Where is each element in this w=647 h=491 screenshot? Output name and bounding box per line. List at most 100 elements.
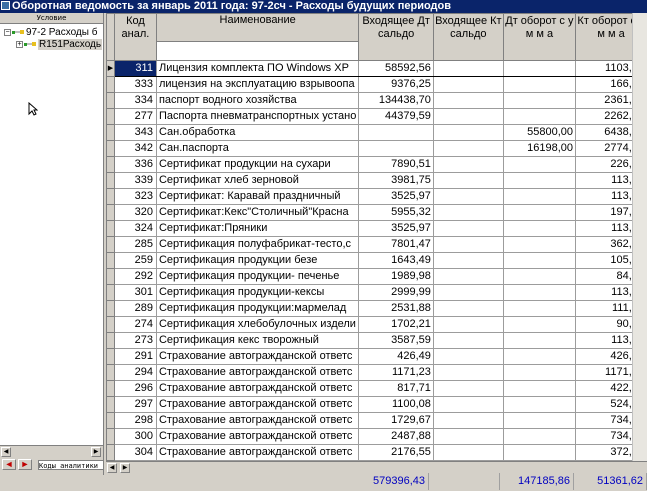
cell-dt-turn[interactable] <box>502 412 577 429</box>
cell-name[interactable]: паспорт водного хозяйства <box>155 92 360 109</box>
cell-in-kt[interactable] <box>432 428 504 445</box>
cell-in-kt[interactable] <box>432 60 504 77</box>
table-row[interactable]: 289 Сертификация продукции:мармелад 2531,8… <box>106 300 647 317</box>
col-header-code[interactable]: Код анал. <box>113 13 157 61</box>
scroll-left-button[interactable]: ◀ <box>107 463 117 473</box>
cell-in-dt[interactable]: 58592,56 <box>358 60 434 77</box>
cell-dt-turn[interactable] <box>502 284 577 301</box>
cell-code[interactable]: 292 <box>113 268 157 285</box>
cell-dt-turn[interactable] <box>502 348 577 365</box>
cell-name[interactable]: Страхование автогражданской ответс <box>155 380 360 397</box>
cell-in-kt[interactable] <box>432 188 504 205</box>
cell-in-dt[interactable]: 2487,88 <box>358 428 434 445</box>
cell-in-dt[interactable]: 1989,98 <box>358 268 434 285</box>
cell-in-dt[interactable]: 3981,75 <box>358 172 434 189</box>
cell-code[interactable]: 334 <box>113 92 157 109</box>
cell-dt-turn[interactable]: 55800,00 <box>502 124 577 141</box>
table-row[interactable]: 297 Страхование автогражданской ответс 110… <box>106 396 647 413</box>
cell-in-dt[interactable]: 3587,59 <box>358 332 434 349</box>
cell-name[interactable]: Страхование автогражданской ответс <box>155 444 360 461</box>
cell-in-kt[interactable] <box>432 444 504 461</box>
cell-name[interactable]: Лицензия комплекта ПО Windows XP <box>155 60 360 77</box>
cell-name[interactable]: Сертификация продукции-кексы <box>155 284 360 301</box>
cell-in-dt[interactable]: 7890,51 <box>358 156 434 173</box>
cell-name[interactable]: Сертификат: Каравай праздничный <box>155 188 360 205</box>
collapse-icon[interactable]: − <box>4 28 11 36</box>
table-row[interactable]: 304 Страхование автогражданской ответс 217… <box>106 444 647 461</box>
cell-code[interactable]: 320 <box>113 204 157 221</box>
table-row[interactable]: 259 Сертификация продукции безе 1643,49 105… <box>106 252 647 269</box>
cell-name[interactable]: Сертификат:Пряники <box>155 220 360 237</box>
cell-in-kt[interactable] <box>432 364 504 381</box>
cell-name[interactable]: Страхование автогражданской ответс <box>155 412 360 429</box>
cell-code[interactable]: 342 <box>113 140 157 157</box>
cell-in-kt[interactable] <box>432 300 504 317</box>
cell-dt-turn[interactable] <box>502 92 577 109</box>
name-filter-field[interactable] <box>157 42 358 60</box>
cell-code[interactable]: 336 <box>113 156 157 173</box>
expand-icon[interactable]: + <box>16 40 23 48</box>
cell-name[interactable]: Сертификат:Кекс"Столичный"Краснa <box>155 204 360 221</box>
cell-dt-turn[interactable] <box>502 380 577 397</box>
cell-name[interactable]: Сертификация продукции безе <box>155 252 360 269</box>
cell-in-kt[interactable] <box>432 348 504 365</box>
cell-name[interactable]: Сертификат хлеб зерновой <box>155 172 360 189</box>
table-row[interactable]: 292 Сертификация продукции- печенье 1989,9… <box>106 268 647 285</box>
cell-in-dt[interactable]: 7801,47 <box>358 236 434 253</box>
cell-in-kt[interactable] <box>432 252 504 269</box>
cell-name[interactable]: Сертификация продукции:мармелад <box>155 300 360 317</box>
cell-dt-turn[interactable] <box>502 268 577 285</box>
cell-dt-turn[interactable] <box>502 204 577 221</box>
table-row[interactable]: 301 Сертификация продукции-кексы 2999,99 11… <box>106 284 647 301</box>
cell-name[interactable]: Сан.обработка <box>155 124 360 141</box>
window-title-bar[interactable]: Оборотная ведомость за январь 2011 года:… <box>0 0 647 13</box>
table-row[interactable]: 294 Страхование автогражданской ответс 117… <box>106 364 647 381</box>
cell-code[interactable]: 296 <box>113 380 157 397</box>
cell-in-dt[interactable]: 1643,49 <box>358 252 434 269</box>
cell-in-dt[interactable]: 3525,97 <box>358 220 434 237</box>
cell-code[interactable]: 277 <box>113 108 157 125</box>
cell-in-dt[interactable]: 426,49 <box>358 348 434 365</box>
cell-in-kt[interactable] <box>432 284 504 301</box>
cell-in-dt[interactable] <box>358 124 434 141</box>
table-row[interactable]: 324 Сертификат:Пряники 3525,97 113,04 <box>106 220 647 237</box>
cell-dt-turn[interactable] <box>502 252 577 269</box>
cell-code[interactable]: 298 <box>113 412 157 429</box>
tree-node[interactable]: + R151Расходь <box>16 39 103 51</box>
col-header-name[interactable]: Наименование <box>155 13 360 61</box>
cell-name[interactable]: Сертификат продукции на сухари <box>155 156 360 173</box>
cell-in-dt[interactable]: 2531,88 <box>358 300 434 317</box>
cell-dt-turn[interactable] <box>502 428 577 445</box>
table-row[interactable]: 273 Сертификация кекс творожный 3587,59 113… <box>106 332 647 349</box>
cell-dt-turn[interactable] <box>502 364 577 381</box>
cell-name[interactable]: Сертификация кекс творожный <box>155 332 360 349</box>
cell-in-kt[interactable] <box>432 268 504 285</box>
table-row[interactable]: 339 Сертификат хлеб зерновой 3981,75 113,14 <box>106 172 647 189</box>
cell-in-dt[interactable]: 134438,70 <box>358 92 434 109</box>
table-row[interactable]: 298 Страхование автогражданской ответс 172… <box>106 412 647 429</box>
cell-dt-turn[interactable] <box>502 316 577 333</box>
col-header-in-kt[interactable]: Входящее Кт сальдо <box>432 13 504 61</box>
cell-in-kt[interactable] <box>432 236 504 253</box>
cell-code[interactable]: 333 <box>113 76 157 93</box>
table-row[interactable]: ▶ 311 Лицензия комплекта ПО Windows XP 5859… <box>106 60 647 77</box>
cell-code[interactable]: 300 <box>113 428 157 445</box>
cell-dt-turn[interactable] <box>502 60 577 77</box>
cell-in-kt[interactable] <box>432 76 504 93</box>
cell-dt-turn[interactable]: 16198,00 <box>502 140 577 157</box>
cell-dt-turn[interactable] <box>502 156 577 173</box>
table-row[interactable]: 323 Сертификат: Каравай праздничный 3525,9… <box>106 188 647 205</box>
cell-dt-turn[interactable] <box>502 236 577 253</box>
cell-in-kt[interactable] <box>432 124 504 141</box>
cell-dt-turn[interactable] <box>502 172 577 189</box>
cell-dt-turn[interactable] <box>502 108 577 125</box>
cell-dt-turn[interactable] <box>502 76 577 93</box>
cell-in-dt[interactable]: 1171,23 <box>358 364 434 381</box>
tree-node[interactable]: − 97-2 Расходы б <box>4 27 97 39</box>
cell-in-dt[interactable]: 1100,08 <box>358 396 434 413</box>
cell-in-kt[interactable] <box>432 412 504 429</box>
cell-in-dt[interactable]: 2176,55 <box>358 444 434 461</box>
cell-in-kt[interactable] <box>432 396 504 413</box>
cell-code[interactable]: 304 <box>113 444 157 461</box>
cell-name[interactable]: Страхование автогражданской ответс <box>155 364 360 381</box>
